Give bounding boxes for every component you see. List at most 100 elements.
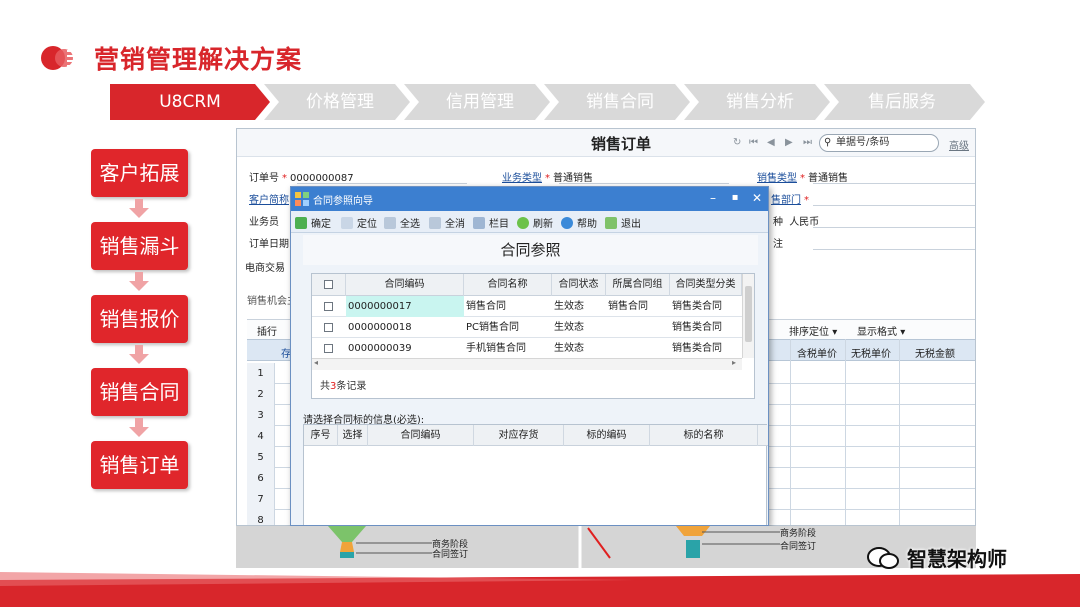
search-input[interactable]: ⚲ 单据号/条码: [819, 134, 939, 152]
close-icon[interactable]: ✕: [749, 190, 765, 206]
insert-row-button[interactable]: 插行: [257, 323, 277, 338]
column-header[interactable]: 序号: [304, 425, 338, 446]
step-u8crm[interactable]: U8CRM: [110, 84, 270, 120]
notax-price-column-header[interactable]: 无税单价: [851, 345, 891, 360]
table-row[interactable]: 0000000017 销售合同 生效态 销售合同 销售类合同: [312, 296, 742, 317]
ecommerce-field[interactable]: 电商交易: [245, 259, 285, 274]
contract-type: 销售类合同: [672, 343, 722, 354]
contract-name: 销售合同: [466, 301, 506, 312]
scroll-left-icon[interactable]: ◂: [314, 358, 318, 367]
customer-field[interactable]: 客户简称: [249, 191, 289, 206]
column-header[interactable]: 标的编码: [564, 425, 650, 446]
step-price-management[interactable]: 价格管理: [272, 84, 408, 120]
column-header[interactable]: 合同名称: [464, 274, 552, 296]
row-checkbox[interactable]: [324, 323, 333, 332]
field-underline: [297, 183, 467, 184]
refresh-button[interactable]: 刷新: [517, 215, 553, 230]
refresh-icon: [517, 217, 529, 229]
column-header[interactable]: 对应存货: [474, 425, 564, 446]
flow-customer-expansion: 客户拓展: [91, 149, 188, 197]
vertical-scrollbar[interactable]: [742, 274, 754, 358]
select-all-button[interactable]: 全选: [384, 215, 420, 230]
down-arrow-icon: [129, 345, 149, 364]
order-no-field[interactable]: 订单号 * 0000000087: [249, 169, 354, 184]
row-number: 7: [247, 489, 275, 510]
contract-group: [608, 338, 670, 359]
column-header[interactable]: 选择: [338, 425, 368, 446]
select-all-checkbox[interactable]: [324, 280, 333, 289]
down-arrow-icon: [129, 418, 149, 437]
display-format-button[interactable]: 显示格式 ▾: [857, 323, 905, 338]
columns-button[interactable]: 栏目: [473, 215, 509, 230]
remark-field[interactable]: 注: [773, 235, 783, 250]
contract-status: 生效态: [554, 343, 584, 354]
select-all-checkbox-cell[interactable]: [312, 274, 346, 296]
column-header[interactable]: 标的名称: [650, 425, 758, 446]
help-button[interactable]: 帮助: [561, 215, 597, 230]
row-checkbox[interactable]: [324, 344, 333, 353]
deselect-all-button[interactable]: 全消: [429, 215, 465, 230]
step-sales-analysis[interactable]: 销售分析: [692, 84, 828, 120]
brand-logo-icon: [41, 46, 78, 70]
row-number: 6: [247, 468, 275, 489]
column-divider: [790, 339, 791, 525]
funnel-stage-label: 商务阶段: [780, 529, 817, 539]
locate-button[interactable]: 定位: [341, 215, 377, 230]
column-header[interactable]: 合同编码: [368, 425, 474, 446]
deselect-all-icon: [429, 217, 441, 229]
funnel-strip: 商务阶段 合同签订 商务阶段 合同签订: [236, 526, 976, 568]
order-date-field[interactable]: 订单日期: [249, 235, 289, 250]
scrollbar-thumb[interactable]: [745, 286, 752, 342]
confirm-button[interactable]: 确定: [295, 215, 331, 230]
horizontal-scrollbar[interactable]: ◂ ▸: [312, 358, 742, 370]
sales-type-field[interactable]: 销售类型 * 普通销售: [757, 169, 848, 184]
flow-sales-contract: 销售合同: [91, 368, 188, 416]
currency-field[interactable]: 种 人民币: [773, 213, 819, 228]
refresh-icon[interactable]: ↻: [733, 137, 741, 148]
wechat-icon: [866, 546, 900, 570]
funnel-illustration: [328, 526, 780, 568]
column-header[interactable]: 所属合同组: [606, 274, 670, 296]
exit-icon: [605, 217, 617, 229]
flow-sales-quotation: 销售报价: [91, 295, 188, 343]
scroll-right-icon[interactable]: ▸: [732, 358, 736, 367]
table-row[interactable]: 0000000039 手机销售合同 生效态 销售类合同: [312, 338, 742, 359]
contract-item-table: 序号 选择 合同编码 对应存货 标的编码 标的名称: [303, 424, 768, 525]
biz-type-field[interactable]: 业务类型 * 普通销售: [502, 169, 593, 184]
row-number: 8: [247, 510, 275, 525]
watermark: 智慧架构师: [866, 543, 1007, 572]
salesman-field[interactable]: 业务员: [249, 213, 279, 228]
prev-record-icon[interactable]: ◀: [767, 137, 775, 148]
app-grid-icon: [295, 192, 309, 206]
next-record-icon[interactable]: ▶: [785, 137, 793, 148]
dialog-titlebar[interactable]: 合同参照向导 – ▪ ✕: [291, 187, 768, 211]
dialog-toolbar: 确定 定位 全选 全消 栏目 刷新 帮助 退出: [291, 211, 768, 233]
exit-button[interactable]: 退出: [605, 215, 641, 230]
contract-item-header: 序号 选择 合同编码 对应存货 标的编码 标的名称: [304, 425, 768, 446]
column-header[interactable]: 合同编码: [346, 274, 464, 296]
dept-field[interactable]: 售部门 *: [771, 191, 812, 206]
step-after-sales[interactable]: 售后服务: [832, 84, 972, 120]
row-checkbox[interactable]: [324, 302, 333, 311]
tax-price-column-header[interactable]: 含税单价: [797, 345, 837, 360]
slide: 营销管理解决方案 U8CRM 价格管理 信用管理 销售合同 销售分析 售后服务 …: [0, 0, 1080, 607]
step-credit-management[interactable]: 信用管理: [412, 84, 548, 120]
contract-code: 0000000018: [348, 322, 412, 333]
maximize-icon[interactable]: ▪: [727, 190, 743, 206]
sort-locate-button[interactable]: 排序定位 ▾: [789, 323, 837, 338]
table-row[interactable]: 0000000018 PC销售合同 生效态 销售类合同: [312, 317, 742, 338]
column-header[interactable]: 合同类型分类: [670, 274, 742, 296]
advanced-search-link[interactable]: 高级: [949, 137, 969, 152]
funnel-stage-label: 合同签订: [432, 550, 469, 560]
flow-sales-funnel: 销售漏斗: [91, 222, 188, 270]
first-record-icon[interactable]: ⏮: [749, 137, 758, 148]
notax-amount-column-header[interactable]: 无税金额: [915, 345, 955, 360]
contract-group: 销售合同: [608, 301, 648, 312]
contract-type: 销售类合同: [672, 301, 722, 312]
step-sales-contract[interactable]: 销售合同: [552, 84, 688, 120]
column-header[interactable]: 合同状态: [552, 274, 606, 296]
select-all-icon: [384, 217, 396, 229]
column-divider: [899, 339, 900, 525]
minimize-icon[interactable]: –: [705, 190, 721, 206]
last-record-icon[interactable]: ⏭: [803, 137, 812, 148]
